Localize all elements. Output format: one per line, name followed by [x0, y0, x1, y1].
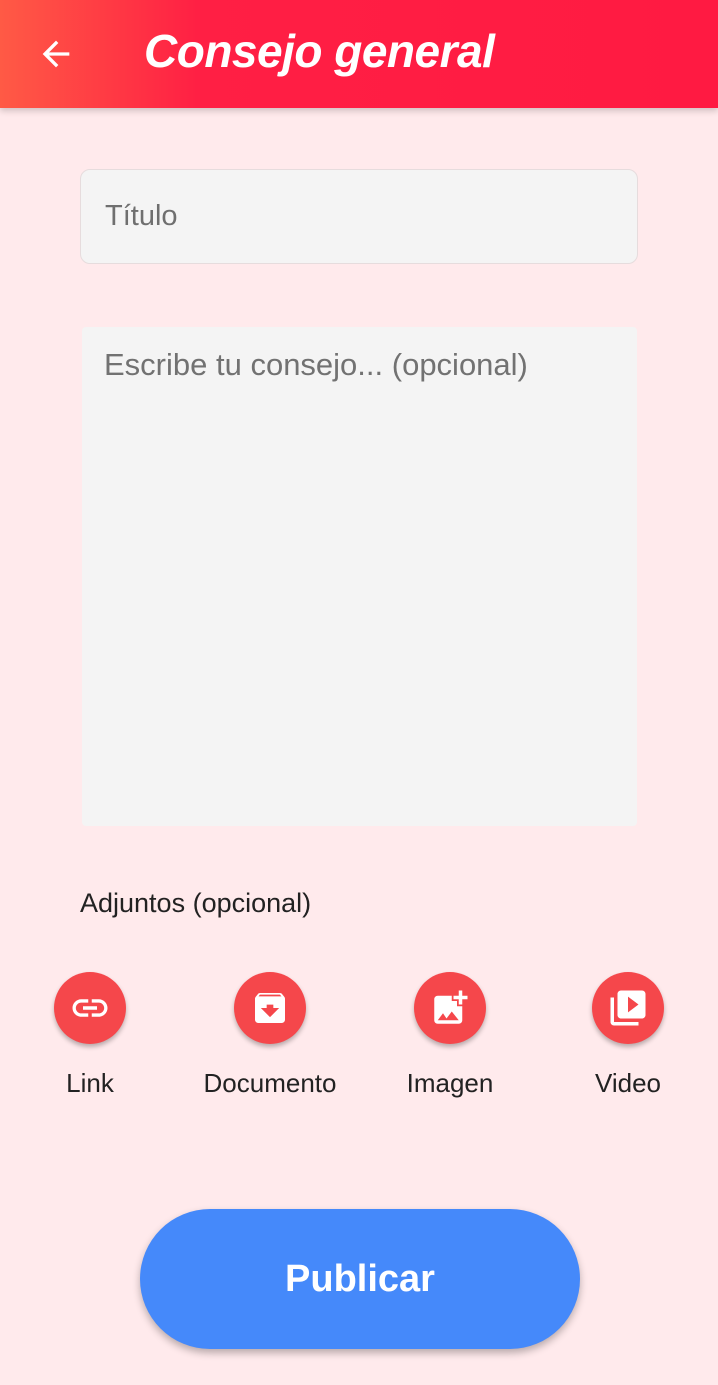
title-input[interactable]: [80, 169, 638, 264]
page-title: Consejo general: [144, 25, 495, 77]
attach-link-button[interactable]: Link: [0, 972, 180, 1099]
attach-link-circle[interactable]: [54, 972, 126, 1044]
add-image-icon: [434, 990, 468, 1024]
attach-video-circle[interactable]: [592, 972, 664, 1044]
attach-image-label: Imagen: [406, 1068, 494, 1098]
back-button[interactable]: [28, 26, 84, 82]
document-download-icon: [255, 993, 285, 1023]
attach-document-circle[interactable]: [234, 972, 306, 1044]
attachments-label: Adjuntos (opcional): [80, 888, 312, 918]
app-bar: Consejo general: [0, 0, 718, 108]
attach-document-button[interactable]: Documento: [180, 972, 360, 1099]
link-icon: [72, 999, 108, 1017]
video-library-icon: [610, 990, 646, 1026]
advice-textarea[interactable]: [82, 327, 637, 826]
attach-image-circle[interactable]: [414, 972, 486, 1044]
arrow-back-icon: [42, 40, 70, 68]
attach-image-button[interactable]: Imagen: [360, 972, 540, 1099]
attach-link-label: Link: [66, 1068, 114, 1098]
attach-video-button[interactable]: Video: [538, 972, 718, 1099]
attach-video-label: Video: [594, 1068, 662, 1098]
attach-document-label: Documento: [203, 1068, 337, 1098]
publish-button[interactable]: Publicar: [140, 1209, 580, 1349]
